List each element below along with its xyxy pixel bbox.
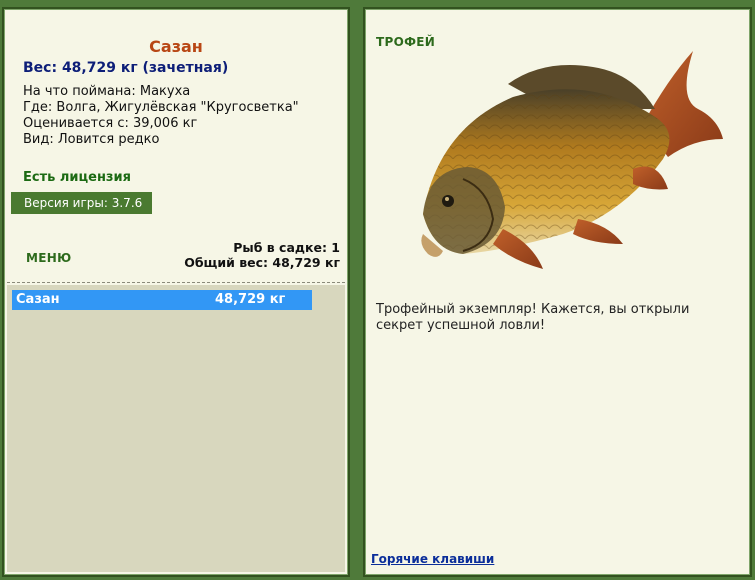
menu-button[interactable]: МЕНЮ bbox=[26, 251, 71, 265]
catch-list: Сазан 48,729 кг bbox=[7, 285, 345, 572]
version-bar: Версия игры: 3.7.6 bbox=[11, 192, 152, 214]
trophy-panel: ТРОФЕЙ Трофейный экземпляр! Кажется, вы … bbox=[363, 7, 752, 577]
fish-title: Сазан bbox=[149, 37, 203, 56]
list-item-name: Сазан bbox=[16, 292, 60, 307]
version-label: Версия игры: bbox=[24, 196, 108, 210]
version-value: 3.7.6 bbox=[111, 196, 143, 210]
fish-info-panel: Сазан Вес: 48,729 кг (зачетная) На что п… bbox=[2, 7, 350, 577]
fish-weight: Вес: 48,729 кг (зачетная) bbox=[23, 60, 229, 76]
license-status: Есть лицензия bbox=[23, 170, 131, 185]
hotkeys-link[interactable]: Горячие клавиши bbox=[371, 552, 494, 566]
keepnet-total-weight: Общий вес: 48,729 кг bbox=[184, 255, 340, 270]
keepnet-count: Рыб в садке: 1 bbox=[233, 240, 340, 255]
divider bbox=[7, 282, 345, 283]
list-item-weight: 48,729 кг bbox=[215, 292, 286, 307]
location-info: Где: Волга, Жигулёвская "Кругосветка" bbox=[23, 100, 299, 115]
trophy-text: Трофейный экземпляр! Кажется, вы открыли… bbox=[376, 302, 690, 333]
carp-fish-icon bbox=[421, 51, 723, 269]
list-item[interactable]: Сазан 48,729 кг bbox=[12, 290, 312, 310]
value-info: Оценивается с: 39,006 кг bbox=[23, 116, 198, 131]
species-info: Вид: Ловится редко bbox=[23, 132, 160, 147]
bait-info: На что поймана: Макуха bbox=[23, 84, 191, 99]
